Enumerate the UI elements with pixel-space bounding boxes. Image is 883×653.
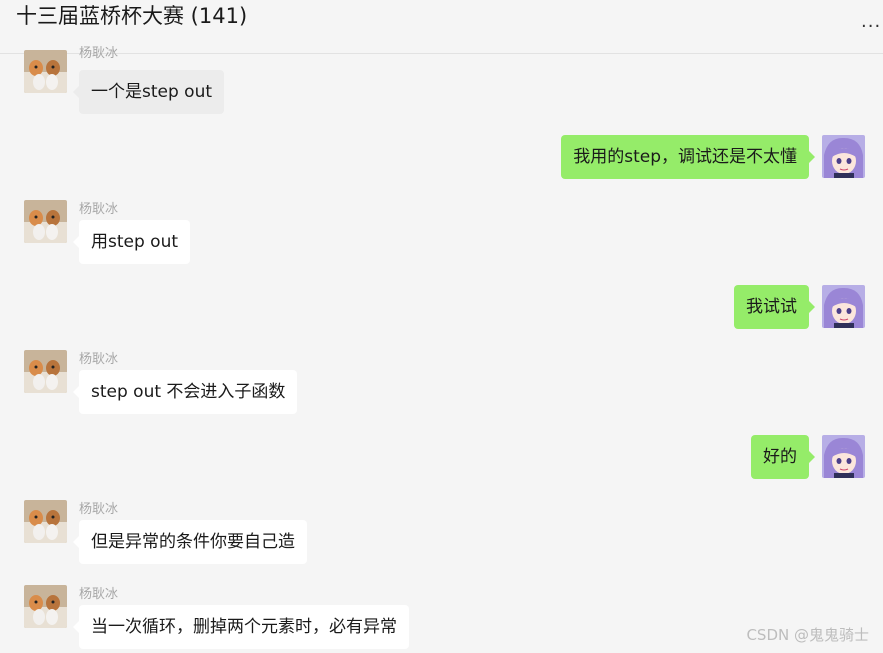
message-bubble[interactable]: 当一次循环，删掉两个元素时，必有异常 (73, 605, 409, 649)
chat-title: 十三届蓝桥杯大赛 (141) (16, 4, 248, 28)
my-avatar[interactable] (822, 135, 865, 178)
my-avatar[interactable] (822, 435, 865, 478)
contact-avatar[interactable] (24, 350, 67, 393)
message-bubble[interactable]: 用step out (72, 220, 191, 264)
message-bubble[interactable]: 我试试 (734, 285, 815, 329)
message-row: 我用的step，调试还是不太懂 (540, 135, 865, 185)
sender-name: 杨耿冰 (79, 202, 119, 217)
message-row: 杨耿冰 step out 不会进入子函数 (24, 350, 424, 420)
contact-avatar[interactable] (24, 585, 67, 628)
contact-avatar[interactable] (24, 50, 67, 93)
message-bubble[interactable]: 一个是step out (72, 70, 225, 114)
watermark: CSDN @鬼鬼骑士 (746, 626, 869, 644)
message-row: 杨耿冰 但是异常的条件你要自己造 (24, 500, 424, 570)
my-avatar[interactable] (822, 285, 865, 328)
title-bar: 十三届蓝桥杯大赛 (141) ... (0, 0, 883, 54)
message-bubble[interactable]: step out 不会进入子函数 (72, 370, 298, 414)
message-row: 杨耿冰 一个是step out (24, 46, 424, 114)
message-row: 我试试 (540, 285, 865, 335)
message-bubble[interactable]: 但是异常的条件你要自己造 (73, 520, 307, 564)
sender-name: 杨耿冰 (79, 352, 119, 367)
contact-avatar[interactable] (24, 500, 67, 543)
message-bubble[interactable]: 好的 (751, 435, 815, 479)
contact-avatar[interactable] (24, 200, 67, 243)
message-row: 杨耿冰 当一次循环，删掉两个元素时，必有异常 (24, 585, 484, 653)
sender-name: 杨耿冰 (79, 502, 119, 517)
more-options-icon[interactable]: ... (861, 12, 883, 32)
sender-name: 杨耿冰 (79, 587, 119, 602)
message-row: 好的 (540, 435, 865, 485)
message-bubble[interactable]: 我用的step，调试还是不太懂 (561, 135, 815, 179)
chat-window: 十三届蓝桥杯大赛 (141) ... 杨耿冰 一个是step out 我用的st… (0, 0, 883, 653)
message-row: 杨耿冰 用step out (24, 200, 424, 270)
